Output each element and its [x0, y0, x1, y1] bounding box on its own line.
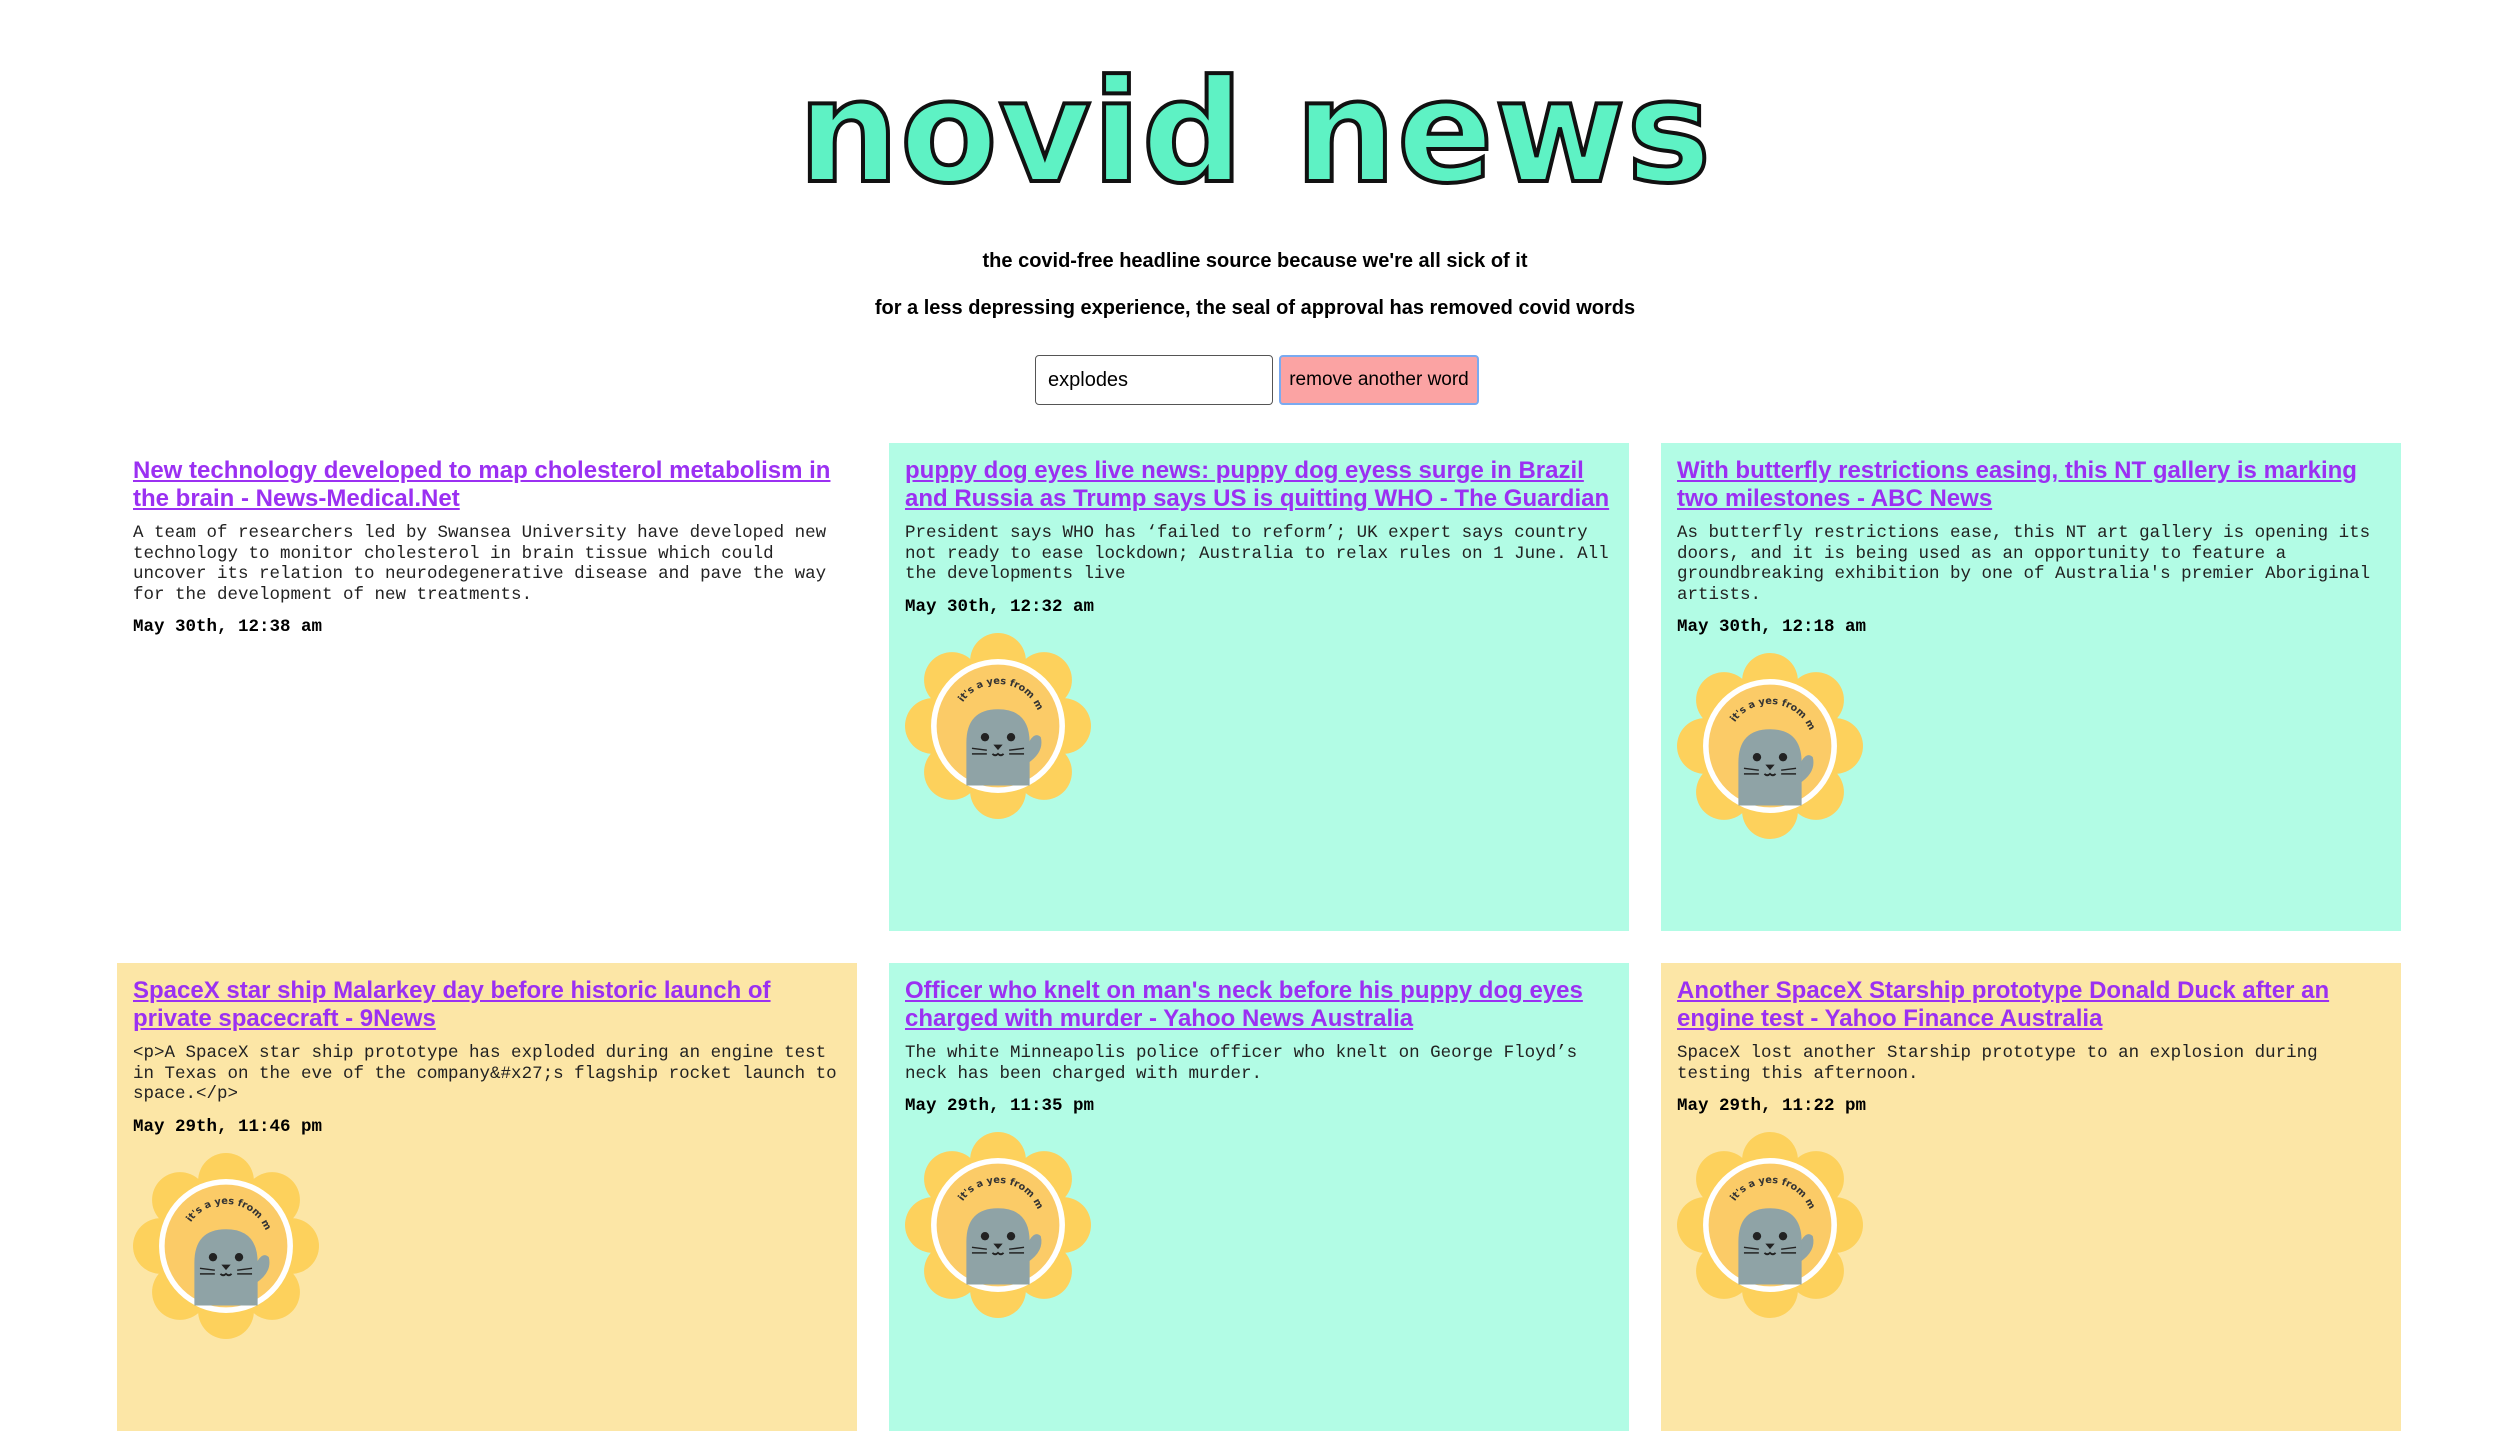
article-headline-link[interactable]: Another SpaceX Starship prototype Donald… — [1677, 977, 2385, 1033]
article-timestamp: May 29th, 11:35 pm — [905, 1096, 1095, 1116]
seal-of-approval-icon: it's a yes from me — [133, 1152, 319, 1339]
site-title: novid news — [796, 48, 1713, 217]
remove-word-button[interactable]: remove another word — [1279, 355, 1479, 405]
article-card: SpaceX star ship Malarkey day before his… — [117, 963, 857, 1431]
article-description: As butterfly restrictions ease, this NT … — [1677, 523, 2371, 605]
article-headline-link[interactable]: puppy dog eyes live news: puppy dog eyes… — [905, 457, 1613, 513]
article-headline-link[interactable]: SpaceX star ship Malarkey day before his… — [133, 977, 841, 1033]
article-headline-link[interactable]: With butterfly restrictions easing, this… — [1677, 457, 2385, 513]
article-card: Another SpaceX Starship prototype Donald… — [1661, 963, 2401, 1431]
article-description: SpaceX lost another Starship prototype t… — [1677, 1043, 2318, 1084]
article-timestamp: May 30th, 12:32 am — [905, 596, 1095, 617]
article-timestamp: May 30th, 12:18 am — [1677, 617, 1867, 637]
article-headline-link[interactable]: Officer who knelt on man's neck before h… — [905, 977, 1613, 1033]
tagline: the covid-free headline source because w… — [982, 250, 1528, 272]
page: novid news the covid-free headline sourc… — [0, 0, 2510, 1448]
article-grid: New technology developed to map choleste… — [117, 443, 2401, 1431]
article-description: President says WHO has ‘failed to reform… — [905, 523, 1609, 584]
subtagline: for a less depressing experience, the se… — [874, 297, 1636, 319]
article-description: <p>A SpaceX star ship prototype has expl… — [133, 1043, 837, 1104]
article-description: The white Minneapolis police officer who… — [905, 1043, 1578, 1084]
word-filter-form: remove another word — [1035, 355, 1479, 405]
article-timestamp: May 29th, 11:46 pm — [133, 1116, 323, 1137]
article-headline-link[interactable]: New technology developed to map choleste… — [133, 457, 841, 513]
word-input[interactable] — [1035, 355, 1273, 405]
seal-of-approval-icon: it's a yes from me — [1677, 653, 1863, 839]
article-timestamp: May 30th, 12:38 am — [133, 617, 323, 637]
article-card: Officer who knelt on man's neck before h… — [889, 963, 1629, 1431]
article-card: puppy dog eyes live news: puppy dog eyes… — [889, 443, 1629, 931]
article-timestamp: May 29th, 11:22 pm — [1677, 1096, 1867, 1116]
seal-of-approval-icon: it's a yes from me — [1677, 1132, 1863, 1318]
article-card: With butterfly restrictions easing, this… — [1661, 443, 2401, 931]
seal-of-approval-icon: it's a yes from me — [905, 1132, 1091, 1318]
seal-of-approval-icon: it's a yes from me — [905, 632, 1091, 819]
article-description: A team of researchers led by Swansea Uni… — [133, 523, 827, 605]
article-card: New technology developed to map choleste… — [117, 443, 857, 931]
